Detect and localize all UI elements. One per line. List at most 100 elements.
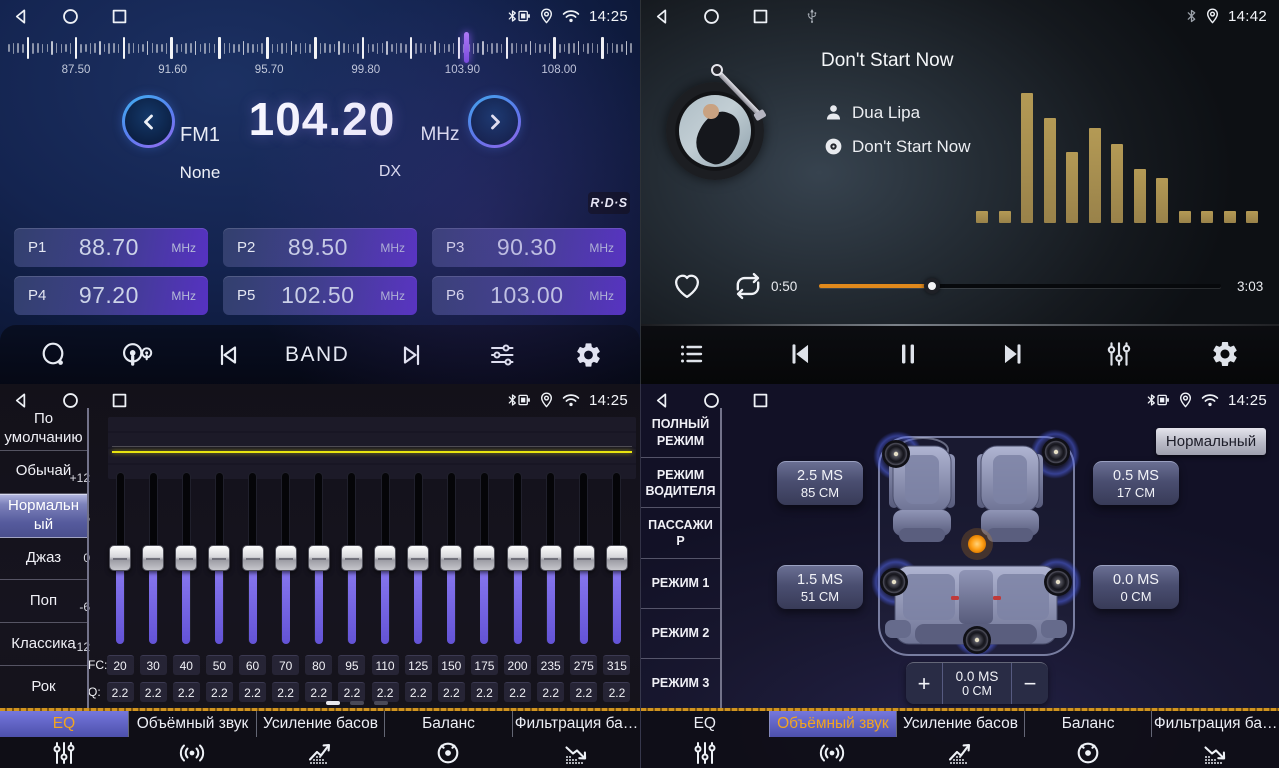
tuner-tick — [99, 41, 101, 55]
tab-eq[interactable]: EQ — [0, 708, 128, 768]
tab-filter[interactable]: Фильтрация ба… — [512, 708, 640, 768]
delay-rear-left[interactable]: 1.5 MS 51 CM — [777, 565, 863, 609]
preset-button-p2[interactable]: P289.50MHz — [223, 228, 417, 267]
eq-band-slider-thumb[interactable] — [507, 545, 529, 571]
tune-up-button[interactable] — [468, 95, 521, 148]
delay-ms: 0.5 MS — [1113, 468, 1159, 484]
settings-gear-icon[interactable] — [574, 340, 603, 369]
tune-sliders-icon[interactable] — [488, 341, 516, 369]
back-icon[interactable] — [653, 391, 672, 410]
subwoofer-delay-decrease-button[interactable]: − — [1012, 663, 1048, 704]
tuner-tick — [396, 43, 398, 54]
eq-band-slider-thumb[interactable] — [440, 545, 462, 571]
eq-band-slider-thumb[interactable] — [109, 545, 131, 571]
previous-station-icon[interactable] — [214, 341, 242, 369]
home-icon[interactable] — [702, 391, 721, 410]
eq-band-slider-thumb[interactable] — [573, 545, 595, 571]
band-button[interactable]: BAND — [285, 343, 349, 367]
recents-icon[interactable] — [110, 7, 129, 26]
tuner-tick — [597, 44, 599, 53]
tab-balance[interactable]: Баланс — [1024, 708, 1152, 768]
tuner-tick — [521, 44, 523, 53]
preset-button-p6[interactable]: P6103.00MHz — [432, 276, 626, 315]
eq-band-slider-thumb[interactable] — [407, 545, 429, 571]
pause-icon[interactable] — [894, 339, 922, 369]
delay-front-left[interactable]: 2.5 MS 85 CM — [777, 461, 863, 505]
recents-icon[interactable] — [751, 7, 770, 26]
listening-mode-item[interactable]: ПАССАЖИР — [641, 508, 720, 558]
delay-front-right[interactable]: 0.5 MS 17 CM — [1093, 461, 1179, 505]
back-icon[interactable] — [12, 391, 31, 410]
scan-icon[interactable] — [40, 341, 68, 369]
back-icon[interactable] — [12, 7, 31, 26]
home-icon[interactable] — [61, 391, 80, 410]
sound-preset-button[interactable]: Нормальный — [1156, 428, 1266, 455]
eq-preset-item[interactable]: Классика — [0, 623, 87, 666]
eq-preset-item[interactable]: Рок — [0, 666, 87, 708]
previous-track-icon[interactable] — [784, 339, 816, 369]
eq-band-slider-thumb[interactable] — [308, 545, 330, 571]
next-track-icon[interactable] — [997, 339, 1029, 369]
listening-mode-item[interactable]: РЕЖИМ 1 — [641, 559, 720, 609]
preset-button-p5[interactable]: P5102.50MHz — [223, 276, 417, 315]
tune-down-button[interactable] — [122, 95, 175, 148]
total-duration: 3:03 — [1237, 279, 1277, 294]
home-icon[interactable] — [61, 7, 80, 26]
eq-band-slider-thumb[interactable] — [275, 545, 297, 571]
home-icon[interactable] — [702, 7, 721, 26]
listening-mode-item[interactable]: РЕЖИМ 3 — [641, 659, 720, 708]
eq-band-slider-thumb[interactable] — [142, 545, 164, 571]
equalizer-icon[interactable] — [1104, 339, 1134, 369]
track-title: Don't Start Now — [821, 50, 953, 72]
tab-eq[interactable]: EQ — [641, 708, 769, 768]
eq-band-slider-thumb[interactable] — [341, 545, 363, 571]
eq-preset-item[interactable]: Нормальный — [0, 494, 87, 538]
favorite-heart-icon[interactable] — [671, 270, 703, 302]
listening-mode-item[interactable]: РЕЖИМ 2 — [641, 609, 720, 659]
broadcast-icon[interactable] — [116, 341, 158, 369]
recents-icon[interactable] — [110, 391, 129, 410]
progress-thumb[interactable] — [924, 278, 940, 294]
tab-surround[interactable]: Объёмный звук — [128, 708, 256, 768]
tuner-scale[interactable] — [8, 34, 632, 62]
subwoofer-delay-increase-button[interactable]: + — [906, 663, 942, 704]
eq-band-slider-thumb[interactable] — [606, 545, 628, 571]
eq-band-slider-thumb[interactable] — [540, 545, 562, 571]
tuner-tick — [65, 44, 67, 52]
tuner-tick — [37, 43, 39, 53]
listening-mode-item[interactable]: РЕЖИМ ВОДИТЕЛЯ — [641, 458, 720, 508]
eq-preset-item[interactable]: Джаз — [0, 538, 87, 581]
next-station-icon[interactable] — [398, 341, 426, 369]
eq-preset-item[interactable]: Обычай — [0, 451, 87, 494]
tuner-tick — [535, 43, 537, 53]
eq-band-slider-thumb[interactable] — [242, 545, 264, 571]
eq-band-slider-thumb[interactable] — [208, 545, 230, 571]
delay-ms: 2.5 MS — [797, 468, 843, 484]
eq-band-slider-thumb[interactable] — [374, 545, 396, 571]
tuner-tick — [90, 43, 92, 54]
tab-surround[interactable]: Объёмный звук — [769, 708, 897, 768]
delay-rear-right[interactable]: 0.0 MS 0 CM — [1093, 565, 1179, 609]
tuner-tick — [372, 44, 374, 52]
tuner-tick — [257, 44, 259, 52]
tab-bass-boost[interactable]: Усиление басов — [256, 708, 384, 768]
repeat-icon[interactable] — [731, 270, 765, 302]
eq-preset-item[interactable]: Поп — [0, 580, 87, 623]
settings-gear-icon[interactable] — [1210, 339, 1240, 369]
preset-label: P1 — [28, 239, 46, 256]
eq-band-slider-thumb[interactable] — [473, 545, 495, 571]
back-icon[interactable] — [653, 7, 672, 26]
preset-button-p4[interactable]: P497.20MHz — [14, 276, 208, 315]
preset-button-p3[interactable]: P390.30MHz — [432, 228, 626, 267]
tab-label: Объёмный звук — [777, 715, 889, 733]
tab-filter[interactable]: Фильтрация ба… — [1151, 708, 1279, 768]
progress-bar[interactable] — [819, 278, 1221, 294]
tuner-tick — [266, 37, 269, 59]
tab-balance[interactable]: Баланс — [384, 708, 512, 768]
recents-icon[interactable] — [751, 391, 770, 410]
tab-bass-boost[interactable]: Усиление басов — [896, 708, 1024, 768]
preset-frequency: 88.70 — [46, 234, 171, 261]
preset-button-p1[interactable]: P188.70MHz — [14, 228, 208, 267]
playlist-icon[interactable] — [676, 340, 706, 368]
eq-band-slider-thumb[interactable] — [175, 545, 197, 571]
